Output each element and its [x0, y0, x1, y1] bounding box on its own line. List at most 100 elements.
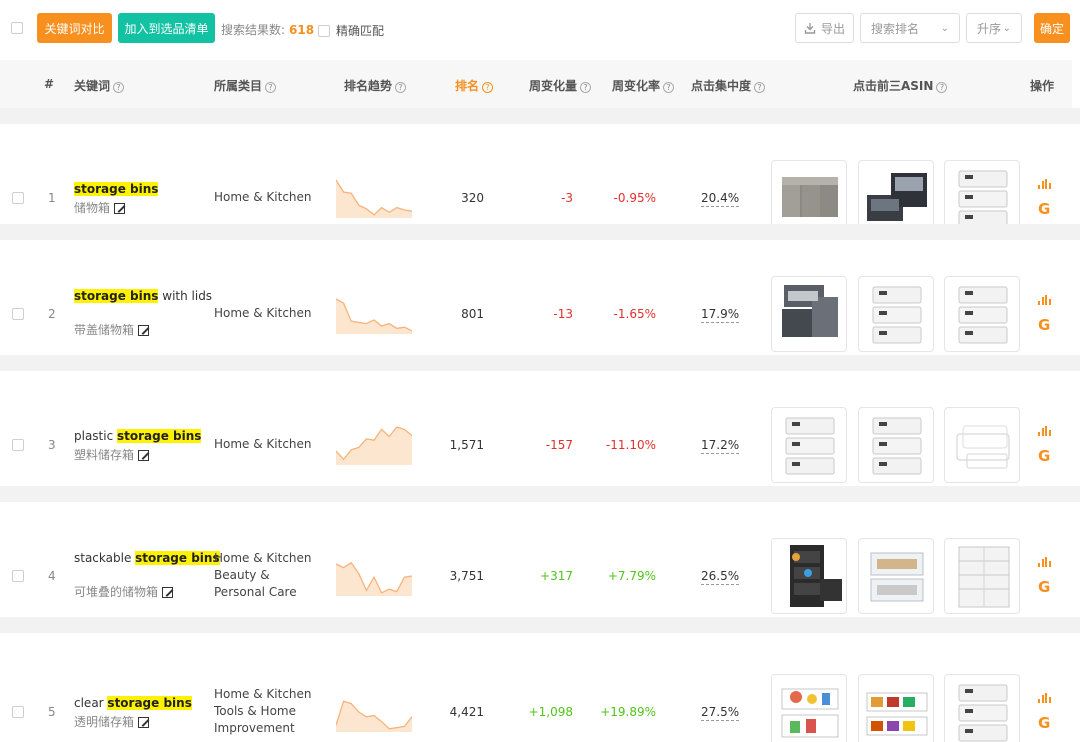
header-weekly-rate[interactable]: 周变化率?: [612, 77, 675, 94]
exact-match-checkbox[interactable]: [318, 25, 330, 37]
click-concentration-value[interactable]: 20.4%: [701, 190, 740, 207]
category-line: Home & Kitchen: [214, 306, 312, 320]
edit-icon[interactable]: [162, 586, 174, 598]
results-count: 618: [289, 23, 315, 37]
keyword-text[interactable]: plastic storage bins: [74, 428, 202, 445]
click-concentration-value[interactable]: 27.5%: [701, 704, 740, 721]
weekly-change-value: -13: [553, 306, 573, 321]
row-checkbox[interactable]: [12, 438, 24, 451]
keyword-cell: clear storage bins 透明储存箱: [74, 695, 192, 730]
header-rank[interactable]: 排名?: [455, 77, 494, 94]
bar-chart-icon[interactable]: [1038, 425, 1052, 436]
rank-trend-cell: [335, 556, 413, 599]
bar-chart-icon[interactable]: [1038, 556, 1052, 567]
asin-product-thumbnail[interactable]: [944, 406, 1020, 483]
trend-area: [336, 179, 412, 218]
export-button[interactable]: 导出: [795, 13, 854, 43]
bar-chart-icon[interactable]: [1038, 294, 1052, 305]
confirm-button[interactable]: 确定: [1034, 13, 1070, 43]
asin-product-thumbnail[interactable]: [944, 537, 1020, 614]
help-icon[interactable]: ?: [663, 82, 675, 93]
keyword-text[interactable]: storage bins with lids: [74, 288, 212, 305]
asin-product-thumbnail[interactable]: [771, 275, 847, 352]
help-icon[interactable]: ?: [580, 82, 592, 93]
weekly-rate-value: -0.95%: [613, 190, 656, 205]
translation-text: 带盖储物箱: [74, 322, 135, 337]
keyword-text[interactable]: storage bins: [74, 181, 159, 198]
help-icon[interactable]: ?: [265, 82, 277, 93]
edit-icon[interactable]: [138, 449, 150, 461]
keyword-cell: stackable storage bins 可堆叠的储物箱: [74, 550, 220, 600]
click-concentration-value[interactable]: 26.5%: [701, 568, 740, 585]
keyword-cell: storage bins with lids 带盖储物箱: [74, 288, 212, 338]
trend-area: [336, 426, 412, 465]
help-icon[interactable]: ?: [482, 82, 494, 93]
asin-product-thumbnail[interactable]: [771, 673, 847, 742]
category-line: Home & Kitchen: [214, 551, 312, 565]
rank-trend-sparkline: [335, 699, 413, 732]
bar-chart-icon[interactable]: [1038, 178, 1052, 189]
rank-trend-sparkline: [335, 179, 413, 218]
row-checkbox[interactable]: [12, 191, 24, 204]
click-concentration-value[interactable]: 17.9%: [701, 306, 740, 323]
asin-product-thumbnail[interactable]: [857, 537, 934, 614]
sort-order-value: 升序: [977, 21, 1002, 36]
table-row: 1 storage bins 储物箱 Home & Kitchen 320 -3 -0.95…: [0, 108, 1080, 239]
category-line: Home & Kitchen: [214, 190, 312, 204]
header-click-concentration[interactable]: 点击集中度?: [691, 77, 766, 94]
keyword-translation: 塑料储存箱: [74, 446, 201, 463]
asin-product-thumbnail[interactable]: [944, 275, 1020, 352]
row-index: 4: [48, 568, 56, 583]
keyword-text[interactable]: stackable storage bins: [74, 550, 220, 567]
click-concentration-value[interactable]: 17.2%: [701, 437, 740, 454]
keyword-prefix: stackable: [74, 550, 136, 565]
weekly-rate-value: +7.79%: [607, 568, 656, 583]
google-icon[interactable]: G: [1038, 200, 1050, 218]
asin-product-thumbnail[interactable]: [857, 673, 934, 742]
sort-field-select[interactable]: 搜索排名 ⌄: [860, 13, 960, 43]
asin-product-thumbnail[interactable]: [857, 275, 934, 352]
edit-icon[interactable]: [114, 202, 126, 214]
rank-value: 801: [461, 306, 484, 321]
google-icon[interactable]: G: [1038, 316, 1050, 334]
edit-icon[interactable]: [138, 716, 150, 728]
category-line: Personal Care: [214, 585, 297, 599]
category-cell: Home & Kitchen: [214, 189, 312, 206]
help-icon[interactable]: ?: [754, 82, 766, 93]
asin-product-thumbnail[interactable]: [944, 673, 1020, 742]
google-icon[interactable]: G: [1038, 447, 1050, 465]
keyword-prefix: plastic: [74, 428, 118, 443]
help-icon[interactable]: ?: [113, 82, 125, 93]
select-all-checkbox[interactable]: [11, 22, 23, 34]
translation-text: 透明储存箱: [74, 714, 135, 729]
exact-match-toggle[interactable]: 精确匹配: [318, 22, 384, 39]
category-cell: Home & Kitchen: [214, 436, 312, 453]
help-icon[interactable]: ?: [395, 82, 407, 93]
keyword-translation: 带盖储物箱: [74, 321, 212, 338]
keyword-cell: storage bins 储物箱: [74, 181, 159, 216]
asin-product-thumbnail[interactable]: [771, 406, 847, 483]
header-weekly-change[interactable]: 周变化量?: [529, 77, 592, 94]
trend-area: [336, 298, 412, 334]
keyword-text[interactable]: clear storage bins: [74, 695, 192, 712]
help-icon[interactable]: ?: [936, 82, 948, 93]
asin-product-thumbnail[interactable]: [771, 537, 847, 614]
row-checkbox[interactable]: [12, 705, 24, 718]
rank-trend-cell: [335, 294, 413, 337]
google-icon[interactable]: G: [1038, 714, 1050, 732]
table-row: 4 stackable storage bins 可堆叠的储物箱 Home & Kit…: [0, 486, 1080, 617]
bar-chart-icon[interactable]: [1038, 692, 1052, 703]
row-checkbox[interactable]: [12, 569, 24, 582]
asin-product-thumbnail[interactable]: [857, 406, 934, 483]
weekly-change-value: +1,098: [528, 704, 573, 719]
row-checkbox[interactable]: [12, 307, 24, 320]
add-to-selection-list-button[interactable]: 加入到选品清单: [118, 13, 215, 43]
google-icon[interactable]: G: [1038, 578, 1050, 596]
sort-order-select[interactable]: 升序 ⌄: [966, 13, 1022, 43]
keyword-translation: 可堆叠的储物箱: [74, 583, 220, 600]
edit-icon[interactable]: [138, 324, 150, 336]
rank-trend-sparkline: [335, 425, 413, 465]
keyword-highlight: storage bins: [117, 428, 202, 443]
keyword-compare-button[interactable]: 关键词对比: [37, 13, 112, 43]
keyword-suffix: with lids: [158, 288, 213, 303]
